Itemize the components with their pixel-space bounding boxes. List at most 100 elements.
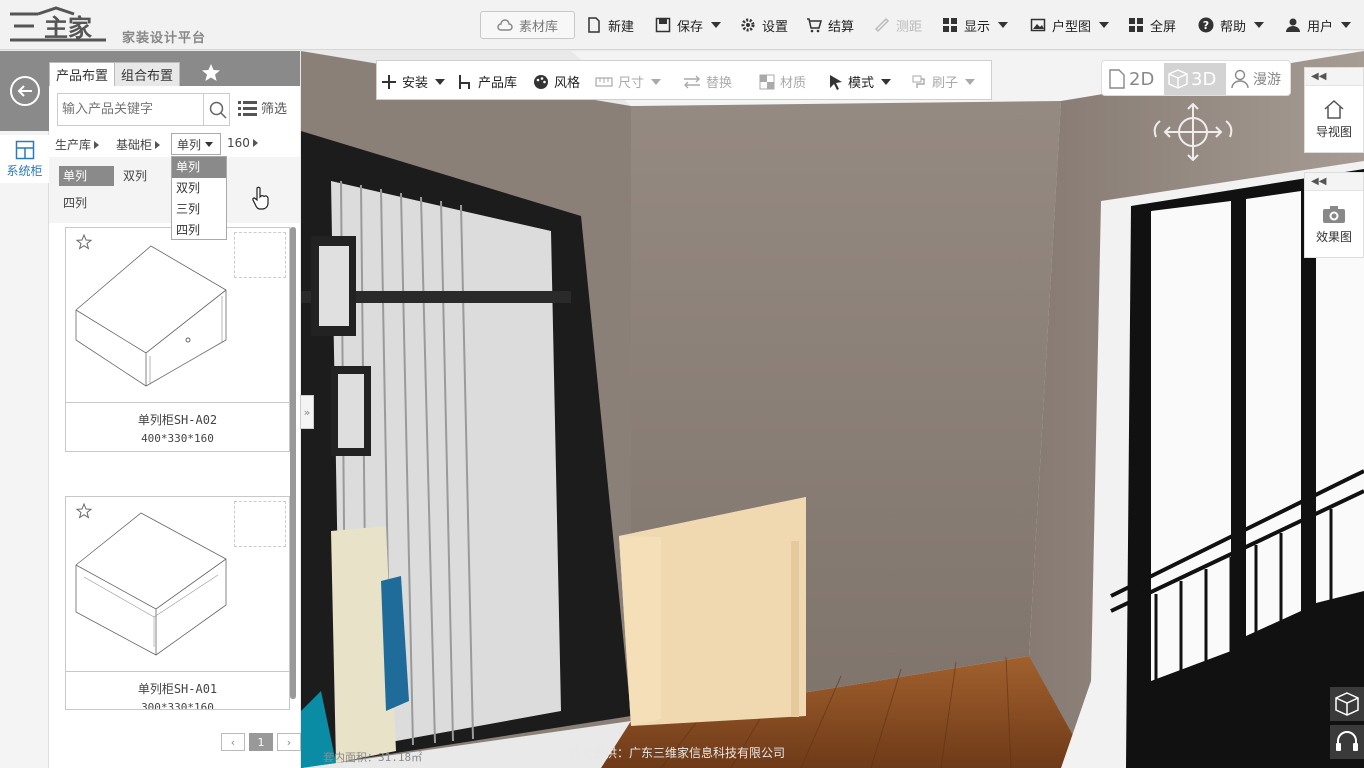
- roam-button[interactable]: 漫游: [1230, 63, 1281, 95]
- filter-button[interactable]: 筛选: [238, 98, 287, 117]
- ruler-icon: [874, 17, 890, 33]
- product-library-button[interactable]: 产品库: [457, 72, 517, 91]
- product-card[interactable]: 单列柜SH-A02 400*330*160: [65, 227, 290, 452]
- fullscreen-icon: [1129, 18, 1143, 32]
- breadcrumb-label: 基础柜: [116, 138, 153, 152]
- search-box: [57, 93, 230, 126]
- page-number[interactable]: 1: [249, 733, 273, 751]
- new-button[interactable]: 新建: [586, 14, 634, 36]
- chip-double-column[interactable]: 双列: [119, 166, 151, 186]
- size-menu[interactable]: 尺寸: [595, 72, 662, 91]
- install-menu[interactable]: 安装: [381, 72, 446, 91]
- search-button[interactable]: [203, 94, 231, 125]
- headset-icon: [1336, 731, 1358, 751]
- grid-icon: [943, 18, 957, 32]
- gear-icon: [741, 18, 755, 32]
- chair-icon: [459, 74, 470, 89]
- chip-four-column[interactable]: 四列: [59, 193, 91, 213]
- image-icon: [1030, 18, 1046, 32]
- render-card[interactable]: ◀◀ 效果图: [1304, 172, 1364, 258]
- settings-button[interactable]: 设置: [740, 14, 788, 36]
- prev-page-button[interactable]: ‹: [221, 733, 245, 751]
- save-icon: [655, 17, 671, 33]
- home-icon: [1324, 99, 1344, 119]
- product-list-scrollbar[interactable]: [290, 227, 296, 699]
- dropdown-option[interactable]: 三列: [172, 199, 226, 220]
- material-button[interactable]: 材质: [759, 72, 806, 91]
- tech-support-credit: 技术提供：广东三维家信息科技有限公司: [569, 746, 786, 760]
- brush-menu[interactable]: 刷子: [911, 72, 976, 91]
- measure-label: 测距: [896, 19, 923, 35]
- material-library-button[interactable]: 素材库: [480, 11, 575, 39]
- product-thumbnail: [234, 232, 286, 278]
- replace-button[interactable]: 替换: [683, 72, 732, 91]
- cart-icon: [807, 18, 822, 33]
- collapse-icon[interactable]: ◀◀: [1305, 68, 1363, 86]
- user-menu[interactable]: 用户: [1285, 14, 1352, 36]
- product-library-label: 产品库: [478, 76, 518, 91]
- search-input[interactable]: [58, 94, 198, 125]
- measure-button[interactable]: 测距: [874, 14, 922, 36]
- chevron-down-icon: [1099, 22, 1110, 28]
- chevron-down-icon: [711, 22, 722, 28]
- scroll-thumb[interactable]: [290, 227, 296, 699]
- breadcrumb-depth[interactable]: 160: [227, 136, 258, 150]
- dropdown-option[interactable]: 单列: [172, 157, 226, 178]
- mode-menu[interactable]: 模式: [829, 72, 892, 91]
- chevron-right-icon: [94, 140, 100, 149]
- svg-text:?: ?: [1203, 19, 1209, 32]
- help-menu[interactable]: ? 帮助: [1198, 14, 1265, 36]
- checker-icon: [759, 74, 775, 89]
- floorplan-menu[interactable]: 户型图: [1030, 14, 1110, 36]
- style-button[interactable]: 风格: [533, 72, 580, 91]
- collapse-icon[interactable]: ◀◀: [1305, 173, 1363, 191]
- install-label: 安装: [402, 76, 429, 91]
- floorplan-label: 户型图: [1052, 19, 1092, 35]
- view-2d-button[interactable]: 2D: [1108, 63, 1154, 95]
- column-dropdown: 单列 双列 三列 四列: [171, 156, 227, 240]
- dropdown-option[interactable]: 双列: [172, 178, 226, 199]
- view-2d-label: 2D: [1129, 68, 1155, 90]
- svg-text:主家: 主家: [44, 14, 92, 42]
- panel-tabs: 产品布置 组合布置: [49, 51, 300, 86]
- 3d-viewport[interactable]: 安装 产品库 风格 尺寸 替换 材质 模式 刷子 2D 3D 漫游 ◀◀ 导视图…: [301, 51, 1364, 768]
- breadcrumb-column-select[interactable]: 单列: [171, 133, 221, 155]
- customer-service-button[interactable]: [1330, 725, 1364, 759]
- list-icon: [238, 100, 257, 116]
- chevron-down-icon: [435, 78, 446, 85]
- system-cabinet-tab[interactable]: 系统柜: [0, 135, 49, 183]
- camera-navigation-control[interactable]: [1146, 103, 1241, 161]
- tab-combo-layout[interactable]: 组合布置: [114, 62, 181, 86]
- star-outline-icon[interactable]: [76, 234, 92, 250]
- nav-map-card[interactable]: ◀◀ 导视图: [1304, 67, 1364, 153]
- save-label: 保存: [677, 19, 704, 35]
- favorites-star-icon[interactable]: [201, 63, 221, 83]
- chevron-down-icon: [205, 141, 214, 147]
- new-label: 新建: [608, 19, 635, 35]
- settings-label: 设置: [762, 19, 789, 35]
- chip-single-column[interactable]: 单列: [59, 166, 114, 186]
- back-button[interactable]: [0, 51, 49, 131]
- checkout-button[interactable]: 结算: [806, 14, 854, 36]
- brush-label: 刷子: [932, 76, 959, 91]
- style-label: 风格: [554, 76, 581, 91]
- breadcrumb-base-cabinet[interactable]: 基础柜: [116, 136, 161, 153]
- model-cube-button[interactable]: [1330, 687, 1364, 721]
- save-button[interactable]: 保存: [655, 14, 722, 36]
- star-outline-icon[interactable]: [76, 503, 92, 519]
- view-3d-button[interactable]: 3D: [1164, 63, 1226, 95]
- cube-icon: [1335, 692, 1359, 716]
- next-page-button[interactable]: ›: [277, 733, 301, 751]
- tab-product-layout[interactable]: 产品布置: [49, 62, 116, 86]
- breadcrumb-production-library[interactable]: 生产库: [55, 136, 100, 153]
- chevron-right-icon: [155, 140, 161, 149]
- product-card[interactable]: 单列柜SH-A01 300*330*160: [65, 496, 290, 710]
- dropdown-option[interactable]: 四列: [172, 220, 226, 241]
- display-menu[interactable]: 显示: [942, 14, 1009, 36]
- chevron-down-icon: [881, 78, 892, 85]
- material-label: 材质: [780, 76, 807, 91]
- fullscreen-button[interactable]: 全屏: [1128, 14, 1176, 36]
- cube-icon: [1168, 69, 1188, 89]
- panel-collapse-handle[interactable]: »: [300, 395, 314, 429]
- product-name: 单列柜SH-A01: [137, 682, 218, 696]
